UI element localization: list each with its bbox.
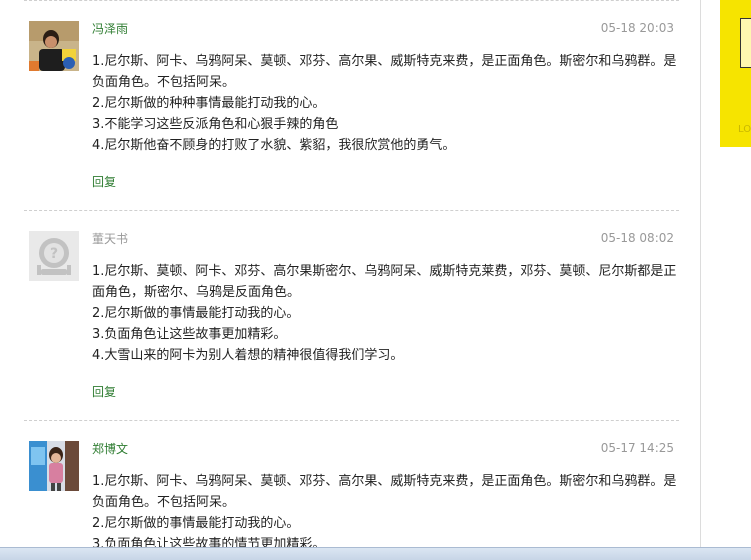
comment-line: 1.尼尔斯、阿卡、乌鸦阿呆、莫顿、邓芬、高尔果、威斯特克来费，是正面角色。斯密尔…	[92, 54, 677, 90]
default-avatar-icon: ?	[29, 231, 79, 281]
horizontal-scrollbar[interactable]	[0, 547, 751, 560]
ad-banner-inner	[740, 18, 751, 68]
comment-line: 4.尼尔斯他奋不顾身的打败了水貌、紫貂，我很欣赏他的勇气。	[92, 138, 456, 153]
divider	[24, 210, 679, 211]
comment-line: 2.尼尔斯做的事情最能打动我的心。	[92, 516, 300, 531]
comment-line: 1.尼尔斯、阿卡、乌鸦阿呆、莫顿、邓芬、高尔果、威斯特克来费，是正面角色。斯密尔…	[92, 474, 677, 510]
ad-watermark: LO	[738, 124, 751, 135]
username[interactable]: 冯泽雨	[92, 20, 128, 37]
comment-line: 2.尼尔斯做的事情最能打动我的心。	[92, 306, 300, 321]
comment-line: 3.负面角色让这些故事更加精彩。	[92, 327, 287, 342]
comment-line: 2.尼尔斯做的种种事情最能打动我的心。	[92, 96, 326, 111]
comment-line: 3.不能学习这些反派角色和心狠手辣的角色	[92, 117, 339, 132]
timestamp: 05-18 20:03	[600, 21, 674, 35]
user-photo-icon	[29, 21, 79, 71]
avatar[interactable]: ?	[29, 231, 79, 281]
reply-link[interactable]: 回复	[92, 173, 116, 190]
comment-list: 冯泽雨 05-18 20:03 1.尼尔斯、阿卡、乌鸦阿呆、莫顿、邓芬、高尔果、…	[0, 0, 700, 559]
comment-line: 4.大雪山来的阿卡为别人着想的精神很值得我们学习。	[92, 348, 404, 363]
comment-body: 1.尼尔斯、阿卡、乌鸦阿呆、莫顿、邓芬、高尔果、威斯特克来费，是正面角色。斯密尔…	[92, 51, 677, 156]
avatar[interactable]	[29, 441, 79, 491]
reply-link[interactable]: 回复	[92, 383, 116, 400]
comment-line: 1.尼尔斯、莫顿、阿卡、邓芬、高尔果斯密尔、乌鸦阿呆、威斯特克莱费，邓芬、莫顿、…	[92, 264, 677, 300]
avatar[interactable]	[29, 21, 79, 71]
timestamp: 05-17 14:25	[600, 441, 674, 455]
comment-body: 1.尼尔斯、莫顿、阿卡、邓芬、高尔果斯密尔、乌鸦阿呆、威斯特克莱费，邓芬、莫顿、…	[92, 261, 677, 366]
username[interactable]: 郑博文	[92, 440, 128, 457]
comment-body: 1.尼尔斯、阿卡、乌鸦阿呆、莫顿、邓芬、高尔果、威斯特克来费，是正面角色。斯密尔…	[92, 471, 677, 555]
timestamp: 05-18 08:02	[600, 231, 674, 245]
svg-text:?: ?	[50, 246, 58, 262]
user-photo-icon	[29, 441, 79, 491]
divider	[24, 420, 679, 421]
divider	[24, 0, 679, 1]
column-divider	[700, 0, 701, 547]
username[interactable]: 董天书	[92, 230, 128, 247]
